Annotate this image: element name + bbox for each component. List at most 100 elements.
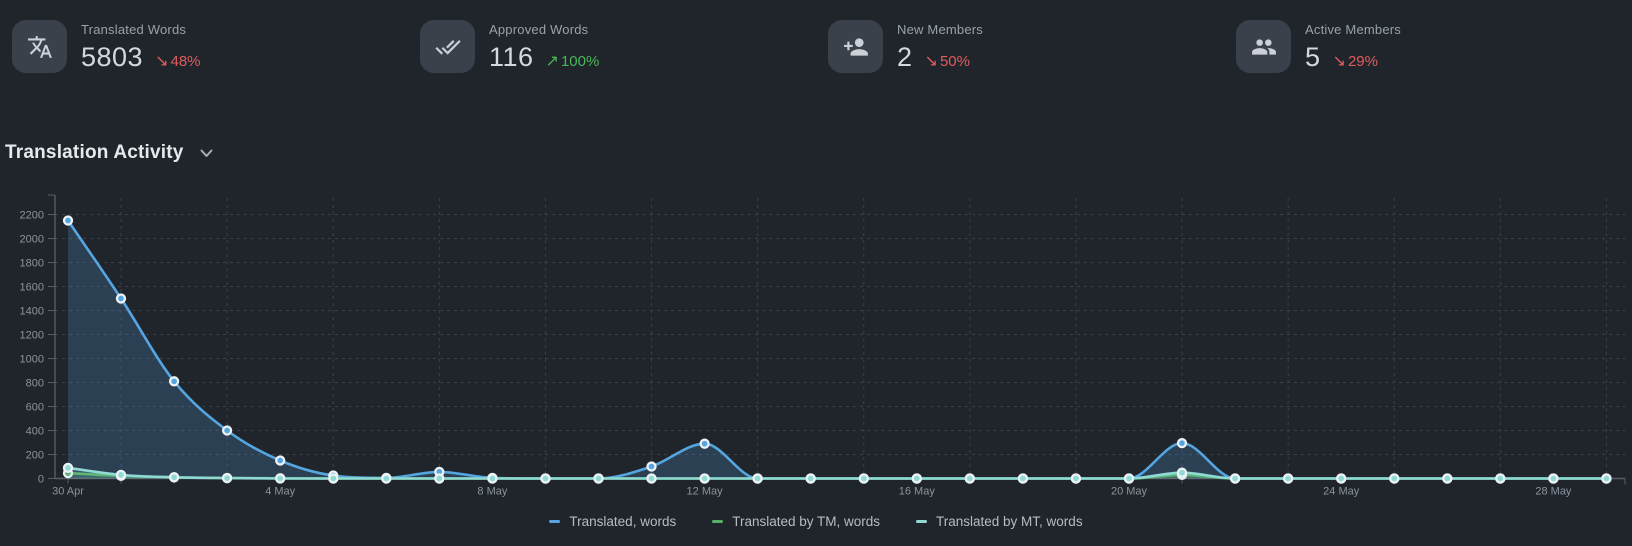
translate-icon [12,20,67,73]
stat-label: Active Members [1305,22,1401,37]
data-point[interactable] [1390,475,1398,483]
trend-badge: ↘29% [1333,51,1378,71]
data-point[interactable] [1072,475,1080,483]
trend-badge: ↘50% [925,51,970,71]
y-axis-tick-label: 2000 [20,234,44,246]
stat-card-new-members: New Members 2 ↘50% [816,20,1224,73]
data-point[interactable] [435,475,443,483]
trend-badge: ↗100% [546,51,600,71]
trend-value: 50% [940,53,970,70]
y-axis-tick-label: 600 [26,402,44,414]
x-axis-tick-label: 28 May [1535,486,1572,498]
legend-swatch [916,520,927,523]
chart-grid [55,198,1625,479]
person-add-icon [828,20,883,73]
chart-axes [48,195,1625,485]
data-point[interactable] [701,475,709,483]
trend-down-icon: ↘ [155,51,168,71]
trend-down-icon: ↘ [925,51,938,71]
y-axis-tick-label: 2200 [20,210,44,222]
data-point[interactable] [1178,439,1186,447]
data-point[interactable] [595,475,603,483]
legend-label: Translated, words [569,514,676,529]
y-axis-tick-label: 1800 [20,258,44,270]
chevron-down-icon[interactable] [196,145,217,162]
series-translated [64,217,1610,483]
y-axis-tick-label: 1600 [20,282,44,294]
data-point[interactable] [1178,469,1186,477]
y-axis-tick-label: 1400 [20,306,44,318]
x-axis-tick-label: 8 May [477,486,507,498]
y-axis-tick-label: 1200 [20,330,44,342]
data-point[interactable] [701,440,709,448]
stat-label: Translated Words [81,22,201,37]
data-point[interactable] [329,475,337,483]
stat-value: 2 [897,42,913,73]
data-point[interactable] [223,474,231,482]
translation-activity-chart: 0200400600800100012001400160018002000220… [0,190,1632,546]
legend-swatch [549,520,560,523]
y-axis-tick-label: 0 [38,474,44,486]
data-point[interactable] [966,475,974,483]
y-axis-tick-label: 200 [26,450,44,462]
data-point[interactable] [1019,475,1027,483]
legend-item-translated-tm[interactable]: Translated by TM, words [712,514,880,529]
data-point[interactable] [807,475,815,483]
data-point[interactable] [754,475,762,483]
data-point[interactable] [542,475,550,483]
legend-label: Translated by TM, words [732,514,880,529]
data-point[interactable] [1602,475,1610,483]
y-axis-tick-label: 1000 [20,354,44,366]
trend-value: 100% [561,53,599,70]
data-point[interactable] [1496,475,1504,483]
data-point[interactable] [117,295,125,303]
data-point[interactable] [1231,475,1239,483]
stat-label: Approved Words [489,22,599,37]
legend-label: Translated by MT, words [936,514,1083,529]
trend-value: 29% [1348,53,1378,70]
x-axis-tick-label: 12 May [687,486,724,498]
data-point[interactable] [648,475,656,483]
legend-item-translated[interactable]: Translated, words [549,514,676,529]
x-axis-tick-label: 30 Apr [52,486,84,498]
data-point[interactable] [1337,475,1345,483]
stat-value: 5803 [81,42,143,73]
stat-card-active-members: Active Members 5 ↘29% [1224,20,1632,73]
x-axis-tick-label: 16 May [899,486,936,498]
data-point[interactable] [276,457,284,465]
data-point[interactable] [382,475,390,483]
stat-value: 5 [1305,42,1321,73]
legend-swatch [712,520,723,523]
page-title: Translation Activity [5,142,184,164]
data-point[interactable] [860,475,868,483]
data-point[interactable] [1125,475,1133,483]
data-point[interactable] [276,475,284,483]
people-icon [1236,20,1291,73]
data-point[interactable] [1284,475,1292,483]
data-point[interactable] [117,471,125,479]
data-point[interactable] [64,464,72,472]
data-point[interactable] [648,463,656,471]
legend-item-translated-mt[interactable]: Translated by MT, words [916,514,1083,529]
trend-up-icon: ↗ [546,51,559,71]
data-point[interactable] [1549,475,1557,483]
data-point[interactable] [223,427,231,435]
trend-badge: ↘48% [155,51,200,71]
done-all-icon [420,20,475,73]
stat-card-translated-words: Translated Words 5803 ↘48% [0,20,408,73]
stat-label: New Members [897,22,983,37]
stats-row: Translated Words 5803 ↘48% Approved Word… [0,0,1632,73]
data-point[interactable] [1443,475,1451,483]
y-axis-tick-label: 800 [26,378,44,390]
data-point[interactable] [170,377,178,385]
trend-value: 48% [170,53,200,70]
data-point[interactable] [913,475,921,483]
chart-legend: Translated, words Translated by TM, words… [0,514,1632,529]
x-axis-tick-label: 4 May [265,486,295,498]
data-point[interactable] [170,473,178,481]
stat-card-approved-words: Approved Words 116 ↗100% [408,20,816,73]
data-point[interactable] [64,217,72,225]
section-header: Translation Activity [5,142,217,164]
data-point[interactable] [488,475,496,483]
stat-value: 116 [489,42,534,73]
